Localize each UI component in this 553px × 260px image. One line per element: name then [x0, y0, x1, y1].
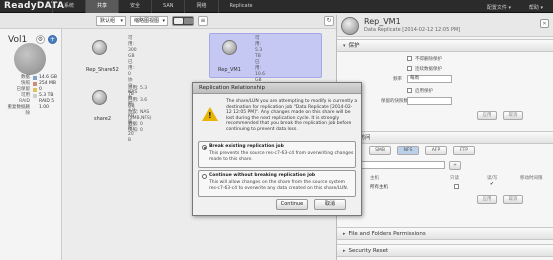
section-protection-header[interactable]: ▾ 保护	[337, 39, 553, 52]
share-info: 可用: 5.3 TB 已用: 3.6 GB 协议: NAS (SMB,NFS) 数据:…	[128, 86, 152, 133]
tab-afp[interactable]: AFP	[425, 146, 447, 155]
apply-button[interactable]: 应用	[477, 111, 497, 120]
grid-header-host: 主机	[370, 176, 379, 181]
thumbnail-view-icon[interactable]	[174, 18, 183, 24]
volume-stats: 数据 14.6 GB 快照 254 MB 已保留 0 可用 5.3 TB RAID RAI…	[6, 75, 58, 116]
section-security-reset-header[interactable]: ▸ Security Reset	[337, 244, 553, 257]
checkbox-cdp[interactable]	[407, 66, 412, 71]
share-details-panel: Rep_VM1 Data Replicate [2014-02-12 12:05…	[336, 15, 553, 260]
cancel-button-2[interactable]: 取消	[503, 195, 523, 204]
grid-header-time: 移动时间限	[520, 176, 543, 181]
checkbox-enable-label: 启用保护	[415, 89, 433, 94]
main-tabs: 系统 共享 安全 SAN 网络 Replicate	[52, 0, 264, 13]
share-disk-icon	[341, 17, 359, 35]
tab-smb[interactable]: SMB	[369, 146, 391, 155]
tab-ftp[interactable]: FTP	[453, 146, 475, 155]
checkbox-no-delete[interactable]	[407, 56, 412, 61]
add-share-icon[interactable]: +	[48, 35, 57, 44]
option-continue-without-break[interactable]: Continue without breaking replication jo…	[198, 170, 356, 197]
tab-network[interactable]: 网络	[184, 0, 217, 13]
section-network-access-header[interactable]: ▾网络访问	[337, 131, 553, 144]
tab-replicate[interactable]: Replicate	[217, 0, 264, 13]
panel-title: Rep_VM1	[364, 17, 401, 26]
share-disk-icon	[92, 90, 107, 105]
tab-san[interactable]: SAN	[151, 0, 184, 13]
panel-subtitle: Data Replicate [2014-02-12 12:05 PM]	[364, 27, 461, 33]
frequency-select[interactable]: 每周	[407, 75, 452, 83]
tab-nfs[interactable]: NFS	[397, 146, 419, 155]
profile-menu[interactable]: 配置文件 ▾	[487, 4, 511, 11]
warning-icon-mark: !	[208, 111, 212, 120]
option-description: This prevents the source res-c7-63-c4 fr…	[209, 151, 354, 162]
option-description: This will allow changes on the share fro…	[209, 180, 349, 191]
section-file-permissions-header[interactable]: ▸ File and Folders Permissions	[337, 227, 553, 240]
share-name: Rep_Share52	[86, 67, 119, 73]
grid-header-readonly: 只读	[450, 176, 459, 181]
grid-header-readwrite: 读/写	[487, 176, 498, 181]
checkbox-no-delete-label: 不得删除保护	[415, 57, 442, 62]
share-name: Rep_VM1	[218, 67, 241, 73]
add-host-button[interactable]: +	[449, 161, 461, 170]
replication-relationship-dialog: Replication Relationship ! The share/LUN…	[192, 82, 362, 216]
dialog-message: The share/LUN you are attempting to modi…	[226, 99, 358, 132]
apply-button-2[interactable]: 应用	[477, 195, 497, 204]
group-select[interactable]: 默认组	[96, 16, 126, 26]
cancel-button[interactable]: 取消	[503, 111, 523, 120]
top-navigation-bar: ReadyDATA 系统 共享 安全 SAN 网络 Replicate 配置文件…	[0, 0, 553, 13]
volume-settings-icon[interactable]: ⚙	[36, 35, 45, 44]
close-icon[interactable]: ✕	[540, 19, 549, 28]
checkbox-readwrite[interactable]: ✔	[490, 182, 494, 187]
panel-header: Rep_VM1 Data Replicate [2014-02-12 12:05…	[337, 15, 553, 37]
cancel-button[interactable]: 取消	[314, 199, 346, 210]
stat-dedupe: 重复数据删除 1.00	[7, 105, 50, 116]
continue-button[interactable]: Continue	[276, 199, 308, 210]
share-name: share2	[94, 116, 112, 122]
list-view-icon[interactable]	[184, 18, 193, 24]
tab-system[interactable]: 系统	[52, 0, 85, 13]
radio-break[interactable]	[202, 145, 207, 150]
snapshots-input[interactable]	[407, 97, 452, 105]
view-toggle[interactable]	[172, 16, 194, 26]
checkbox-cdp-label: 连续数据保护	[415, 67, 442, 72]
help-menu[interactable]: 帮助 ▾	[529, 4, 543, 11]
option-title: Continue without breaking replication jo…	[209, 173, 316, 178]
frequency-label: 频率	[393, 77, 402, 82]
dialog-title: Replication Relationship	[193, 83, 361, 94]
radio-continue[interactable]	[202, 174, 207, 179]
sort-icon[interactable]: ≡	[198, 16, 208, 26]
volume-panel: Vol1 ⚙ + 数据 14.6 GB 快照 254 MB 已保留 0 可用 5.3 T…	[0, 29, 62, 260]
option-break-replication[interactable]: Break existing replication job This prev…	[198, 141, 356, 168]
share-disk-icon	[92, 40, 107, 55]
refresh-icon[interactable]: ↻	[324, 16, 334, 26]
option-title: Break existing replication job	[209, 144, 284, 149]
tab-security[interactable]: 安全	[118, 0, 151, 13]
view-select[interactable]: 缩略图视图	[130, 16, 168, 26]
checkbox-enable-protect[interactable]	[407, 88, 412, 93]
grid-cell-host: 所有主机	[370, 185, 388, 190]
share-disk-icon	[222, 40, 237, 55]
volume-disk-icon	[14, 43, 46, 75]
snapshots-label: 保留的快照数	[381, 99, 408, 104]
checkbox-readonly[interactable]	[454, 184, 459, 189]
tab-shares[interactable]: 共享	[85, 0, 119, 13]
